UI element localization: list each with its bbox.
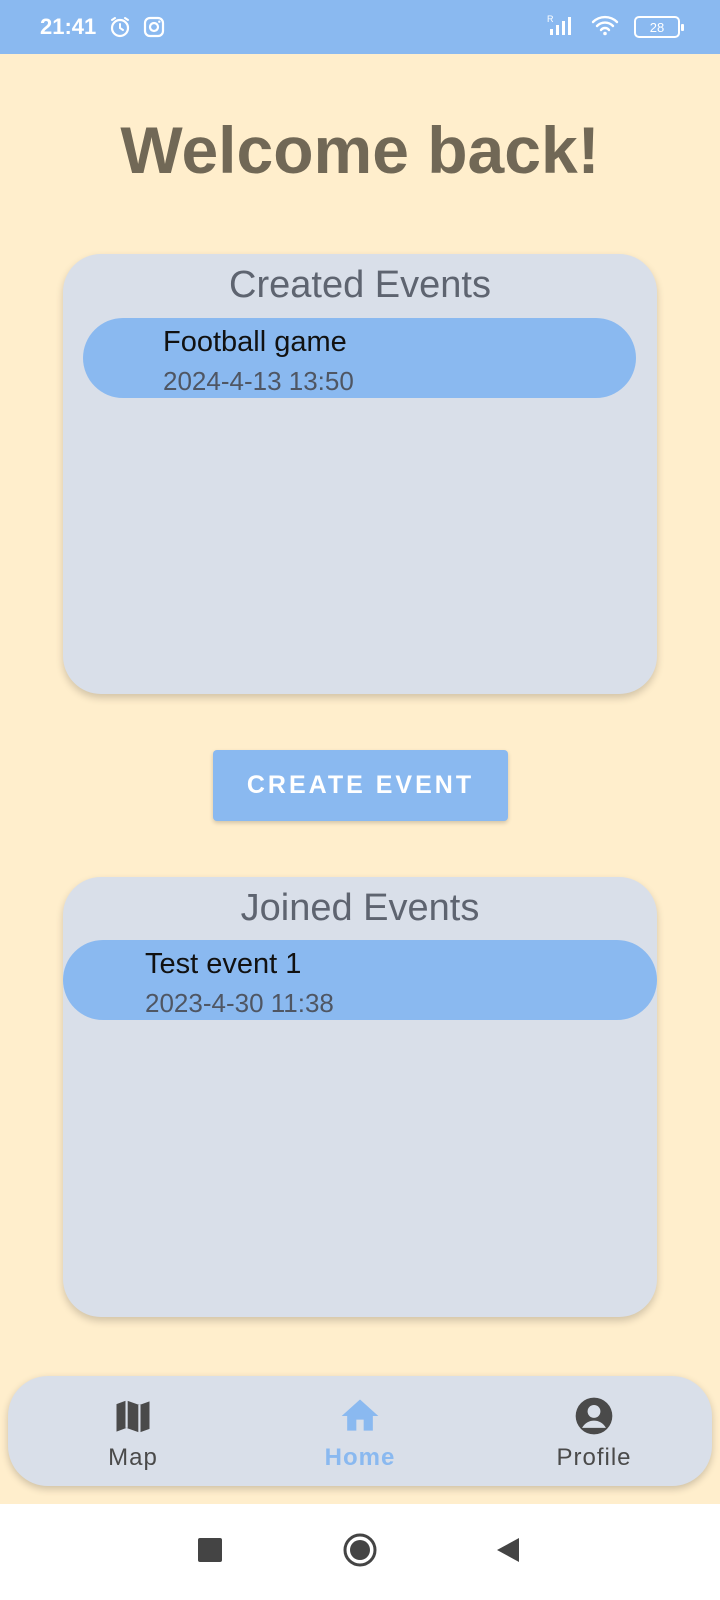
signal-icon: R xyxy=(546,13,576,42)
account-circle-icon xyxy=(572,1394,616,1438)
nav-item-profile[interactable]: Profile xyxy=(514,1376,674,1486)
wifi-icon xyxy=(590,13,620,42)
nav-item-map[interactable]: Map xyxy=(53,1376,213,1486)
created-events-panel: Created Events Football game 2024-4-13 1… xyxy=(63,254,657,694)
event-date: 2024-4-13 13:50 xyxy=(163,366,354,396)
create-event-button[interactable]: CREATE EVENT xyxy=(213,750,508,821)
nav-item-home[interactable]: Home xyxy=(280,1376,440,1486)
joined-events-panel: Joined Events Test event 1 2023-4-30 11:… xyxy=(63,877,657,1317)
battery-level: 28 xyxy=(649,19,665,35)
triangle-back-icon xyxy=(495,1536,521,1569)
nav-label-home: Home xyxy=(324,1444,396,1471)
back-button[interactable] xyxy=(484,1528,532,1576)
circle-icon xyxy=(342,1532,378,1573)
joined-events-title: Joined Events xyxy=(240,887,480,929)
system-nav-bar xyxy=(0,1504,720,1600)
square-icon xyxy=(197,1537,223,1568)
alarm-icon xyxy=(108,15,132,39)
status-bar: 21:41 R 28 xyxy=(0,0,720,54)
event-name: Football game xyxy=(163,326,347,358)
event-date: 2023-4-30 11:38 xyxy=(145,988,334,1018)
joined-event-item[interactable]: Test event 1 2023-4-30 11:38 xyxy=(63,940,657,1020)
created-event-item[interactable]: Football game 2024-4-13 13:50 xyxy=(83,318,636,398)
system-home-button[interactable] xyxy=(336,1528,384,1576)
page-title: Welcome back! xyxy=(120,113,600,187)
svg-text:R: R xyxy=(547,14,554,24)
created-events-title: Created Events xyxy=(229,264,491,306)
bottom-nav: Map Home Profile xyxy=(8,1376,712,1486)
instagram-icon xyxy=(142,15,166,39)
home-icon xyxy=(338,1394,382,1438)
nav-label-map: Map xyxy=(108,1444,158,1471)
battery-icon: 28 xyxy=(634,16,684,38)
map-icon xyxy=(111,1394,155,1438)
status-time: 21:41 xyxy=(40,14,97,39)
nav-label-profile: Profile xyxy=(556,1444,632,1471)
event-name: Test event 1 xyxy=(145,948,302,980)
recents-button[interactable] xyxy=(186,1528,234,1576)
